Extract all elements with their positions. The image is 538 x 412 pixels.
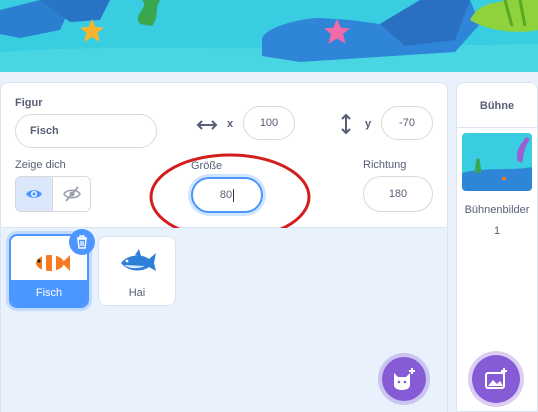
hide-sprite-button[interactable] [53,177,90,211]
shark-sprite-thumbnail [121,249,156,271]
show-label: Zeige dich [15,159,66,171]
sprite-tile-hai[interactable]: Hai [98,236,176,306]
y-input[interactable]: -70 [381,106,433,140]
vertical-arrows-icon [341,113,351,135]
choose-sprite-cat-icon [394,368,415,390]
starfish-icon [324,19,350,44]
eye-off-icon [62,186,81,202]
backdrops-count: 1 [493,225,501,237]
eye-icon [26,190,42,198]
stage-backdrop-thumbnail[interactable] [462,133,532,191]
x-input[interactable]: 100 [243,106,295,140]
clownfish-sprite-thumbnail [36,255,70,271]
choose-sprite-button[interactable] [378,353,430,405]
trash-icon [77,235,87,249]
visibility-toggle [15,176,91,212]
direction-input[interactable]: 180 [363,176,433,212]
delete-sprite-button[interactable] [69,229,95,255]
sprite-name-label: Fisch [11,280,87,306]
backdrops-label: Bühnenbilder [464,204,530,216]
y-label: y [365,118,372,130]
direction-label: Richtung [363,159,407,171]
sprite-name-label: Hai [128,287,146,299]
sprite-label: Figur [15,97,43,109]
sprite-info-panel: Figur Fisch x 100 y -70 Zeige dich Größe… [0,82,448,241]
stage-preview [0,0,538,72]
sprite-name-input[interactable]: Fisch [15,114,157,148]
stage-thumbnail-art [462,133,532,191]
x-label: x [227,118,234,130]
starfish-icon [80,19,104,42]
stage-selector-panel: Bühne Bühnenbilder 1 [456,82,538,412]
divider [457,127,537,128]
choose-backdrop-button[interactable] [468,351,524,407]
stage-panel-title: Bühne [479,100,515,112]
show-sprite-button[interactable] [16,177,54,211]
sprite-list: Fisch Hai [0,228,448,412]
choose-backdrop-icon [485,368,507,389]
horizontal-arrows-icon [196,120,218,130]
